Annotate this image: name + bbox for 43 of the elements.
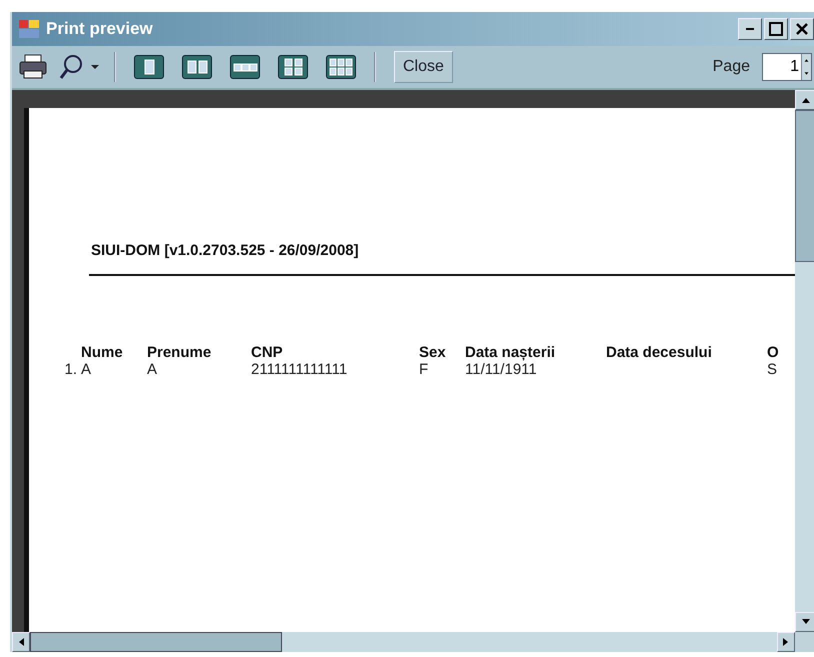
page-spinner[interactable]: 1: [762, 53, 812, 81]
maximize-icon: [769, 22, 783, 36]
column-header: Sex: [419, 344, 447, 361]
report-title: SIUI-DOM [v1.0.2703.525 - 26/09/2008]: [90, 242, 360, 259]
table-cell-text: 11/11/1911: [465, 361, 538, 378]
magnifier-icon: [58, 53, 100, 81]
left-arrow-icon: [17, 637, 25, 647]
down-arrow-icon: [800, 618, 810, 626]
horizontal-scrollbar[interactable]: [12, 632, 814, 652]
row-number: 1.: [63, 361, 77, 378]
minimize-icon: [746, 28, 754, 30]
column-header: Nume: [81, 344, 124, 361]
minimize-button[interactable]: [738, 18, 762, 40]
page-label: Page: [712, 58, 750, 76]
page-layout-button[interactable]: [278, 55, 308, 79]
vertical-scrollbar[interactable]: [795, 90, 814, 632]
table-cell-text: 2111111111111: [251, 361, 348, 378]
printer-icon: [18, 54, 48, 80]
page-field[interactable]: 1: [763, 58, 801, 76]
page-layout-button[interactable]: [230, 55, 260, 79]
spin-buttons[interactable]: [801, 54, 811, 80]
column-header: Data decesului: [606, 344, 713, 361]
column-header: Prenume: [147, 344, 212, 361]
window-title: Print preview: [46, 19, 154, 39]
close-icon: [795, 22, 809, 36]
close-window-button[interactable]: [790, 18, 814, 40]
table-cell-text: F: [419, 361, 430, 378]
table-cell-text: A: [147, 361, 158, 378]
pages-icon: [327, 56, 355, 78]
table-cell-text: A: [81, 361, 92, 378]
page-layout-button[interactable]: [134, 55, 164, 79]
column-header: O: [767, 344, 780, 361]
table-cell-text: S: [767, 361, 778, 378]
right-arrow-icon: [782, 637, 790, 647]
up-arrow-icon: [800, 96, 810, 104]
page-layout-button[interactable]: [326, 55, 356, 79]
column-header: Data nașterii: [465, 344, 556, 361]
column-header: CNP: [251, 344, 284, 361]
resize-grip[interactable]: [795, 632, 814, 652]
close-button[interactable]: Close: [394, 51, 453, 83]
maximize-button[interactable]: [764, 18, 788, 40]
app-icon: [18, 19, 40, 39]
page-layout-button[interactable]: [182, 55, 212, 79]
